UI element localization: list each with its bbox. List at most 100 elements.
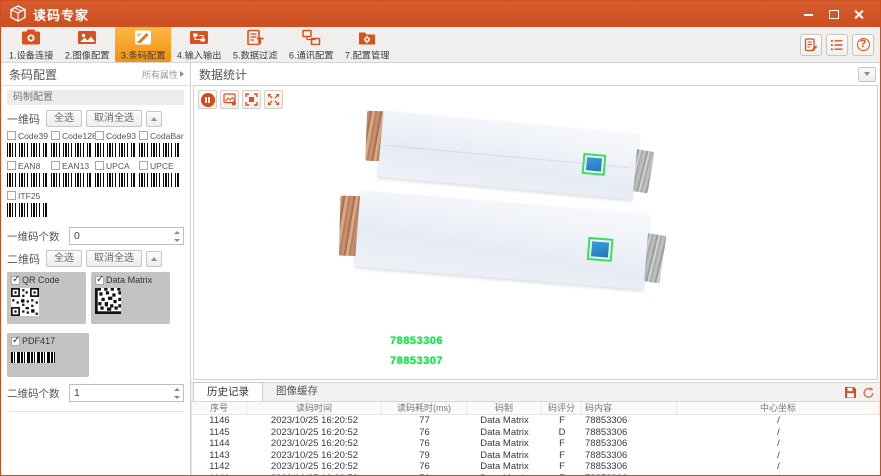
qr-code-checkbox[interactable]	[11, 276, 20, 285]
table-row[interactable]: 1145 2023/10/25 16:20:52 76 Data Matrix …	[192, 427, 880, 439]
pdf417-tile[interactable]: PDF417	[7, 333, 89, 377]
panel-title: 条码配置	[9, 66, 57, 83]
barcode-check-row: EAN13	[51, 160, 92, 171]
one-d-deselect-all-button[interactable]: 取消全选	[86, 110, 142, 127]
barcode-type-label: Code128	[62, 131, 97, 141]
table-row[interactable]: 1141 2023/10/25 16:20:52 76 Data Matrix …	[192, 473, 880, 476]
barcode-type-checkbox[interactable]	[95, 161, 104, 170]
two-d-count-label: 二维码个数	[7, 386, 69, 401]
two-d-code-tiles: QR Code	[7, 272, 184, 377]
tab-label: 3.条码配置	[121, 48, 165, 62]
fit-view-button[interactable]	[242, 90, 261, 109]
barcode-type-checkbox[interactable]	[139, 131, 148, 140]
save-history-button[interactable]	[843, 385, 858, 400]
barcode-type-label: UPCA	[106, 161, 130, 171]
column-header[interactable]: 读码时间	[247, 402, 382, 414]
tab-image-cache[interactable]: 图像缓存	[263, 382, 331, 401]
two-d-deselect-all-button[interactable]: 取消全选	[86, 250, 142, 267]
spin-up-button[interactable]	[170, 228, 183, 236]
cell-center-coord: /	[677, 461, 880, 473]
maximize-button[interactable]	[828, 9, 839, 20]
tab-barcode-config[interactable]: 3.条码配置	[115, 27, 171, 62]
two-d-section-label: 二维码	[7, 251, 40, 267]
spin-down-button[interactable]	[170, 393, 183, 401]
image-viewer: 78853306 78853307	[193, 85, 878, 380]
tab-image-config[interactable]: 2.图像配置	[59, 27, 115, 62]
barcode-edit-icon	[133, 29, 153, 45]
all-properties-link[interactable]: 所有属性	[142, 68, 184, 81]
tab-input-output[interactable]: 4.输入输出	[171, 27, 227, 62]
spin-down-button[interactable]	[170, 236, 183, 244]
data-matrix-tile[interactable]: Data Matrix	[91, 272, 170, 324]
list-button[interactable]	[826, 34, 848, 56]
one-d-count-input[interactable]: 0	[69, 227, 184, 245]
column-header[interactable]: 码评分	[542, 402, 582, 414]
qr-code-tile[interactable]: QR Code	[7, 272, 86, 324]
barcode-type-checkbox[interactable]	[51, 161, 60, 170]
tab-device-connect[interactable]: 1.设备连接	[3, 27, 59, 62]
minimize-button[interactable]	[803, 9, 814, 20]
cell-code-grade: F	[542, 461, 582, 473]
column-header[interactable]: 读码耗时(ms)	[382, 402, 467, 414]
barcode-type-item: ITF25	[7, 190, 48, 217]
column-header[interactable]: 码内容	[582, 402, 677, 414]
left-panel-content: 码制配置 一维码 全选 取消全选 Code39	[1, 85, 190, 475]
two-d-select-all-button[interactable]: 全选	[46, 250, 82, 267]
help-button[interactable]: ?	[852, 34, 874, 56]
one-d-collapse-button[interactable]	[146, 111, 162, 127]
cell-seq: 1141	[192, 473, 247, 476]
barcode-check-row: Code39	[7, 130, 48, 141]
table-row[interactable]: 1146 2023/10/25 16:20:52 77 Data Matrix …	[192, 415, 880, 427]
barcode-type-checkbox[interactable]	[51, 131, 60, 140]
barcode-preview-image	[139, 143, 179, 157]
barcode-type-label: Code93	[106, 131, 136, 141]
table-row[interactable]: 1142 2023/10/25 16:20:52 76 Data Matrix …	[192, 461, 880, 473]
table-row[interactable]: 1144 2023/10/25 16:20:52 76 Data Matrix …	[192, 438, 880, 450]
barcode-check-row: Code128	[51, 130, 92, 141]
pdf417-preview-image	[11, 352, 55, 363]
tab-data-filter[interactable]: 5.数据过滤	[227, 27, 283, 62]
decoded-code-1: 78853306	[390, 335, 443, 347]
report-button[interactable]	[800, 34, 822, 56]
barcode-type-item: UPCE	[139, 160, 180, 187]
pdf417-label: PDF417	[22, 336, 55, 346]
right-panel-header: 数据统计	[191, 63, 880, 85]
tab-config-manage[interactable]: 7.配置管理	[339, 27, 395, 62]
barcode-type-checkbox[interactable]	[95, 131, 104, 140]
refresh-button[interactable]	[861, 385, 876, 400]
spin-up-icon	[174, 231, 180, 234]
dm-check-row: Data Matrix	[95, 275, 166, 286]
spin-up-button[interactable]	[170, 385, 183, 393]
tab-comm-config[interactable]: 6.通讯配置	[283, 27, 339, 62]
barcode-type-item: Code93	[95, 130, 136, 157]
column-header[interactable]: 中心坐标	[677, 402, 880, 414]
statistics-dropdown-button[interactable]	[858, 67, 876, 82]
data-matrix-checkbox[interactable]	[95, 276, 104, 285]
main-toolbar: 1.设备连接 2.图像配置 3.条码配置 4.输入输出 5.数据过滤 6.通讯配…	[1, 27, 880, 63]
cell-seq: 1144	[192, 438, 247, 450]
cell-code-content: 78853306	[582, 450, 677, 462]
fullscreen-button[interactable]	[264, 90, 283, 109]
cell-code-type: Data Matrix	[467, 473, 542, 476]
barcode-type-checkbox[interactable]	[7, 131, 16, 140]
close-button[interactable]	[853, 9, 864, 20]
toolbar-right-buttons: ?	[800, 27, 880, 62]
pdf417-checkbox[interactable]	[11, 337, 20, 346]
column-header[interactable]: 码制	[467, 402, 542, 414]
two-d-count-input[interactable]: 1	[69, 384, 184, 402]
barcode-type-checkbox[interactable]	[7, 161, 16, 170]
barcode-preview-image	[51, 173, 91, 187]
image-save-button[interactable]	[220, 90, 239, 109]
cell-center-coord: /	[677, 473, 880, 476]
cell-code-grade: F	[542, 450, 582, 462]
tab-history[interactable]: 历史记录	[193, 382, 263, 401]
barcode-check-row: CodaBar	[139, 130, 180, 141]
one-d-select-all-button[interactable]: 全选	[46, 110, 82, 127]
pause-button[interactable]	[198, 90, 217, 109]
column-header[interactable]: 序号	[192, 402, 247, 414]
table-row[interactable]: 1143 2023/10/25 16:20:52 79 Data Matrix …	[192, 450, 880, 462]
two-d-collapse-button[interactable]	[146, 251, 162, 267]
barcode-type-checkbox[interactable]	[7, 191, 16, 200]
history-table-body: 1146 2023/10/25 16:20:52 77 Data Matrix …	[192, 415, 880, 475]
barcode-type-checkbox[interactable]	[139, 161, 148, 170]
